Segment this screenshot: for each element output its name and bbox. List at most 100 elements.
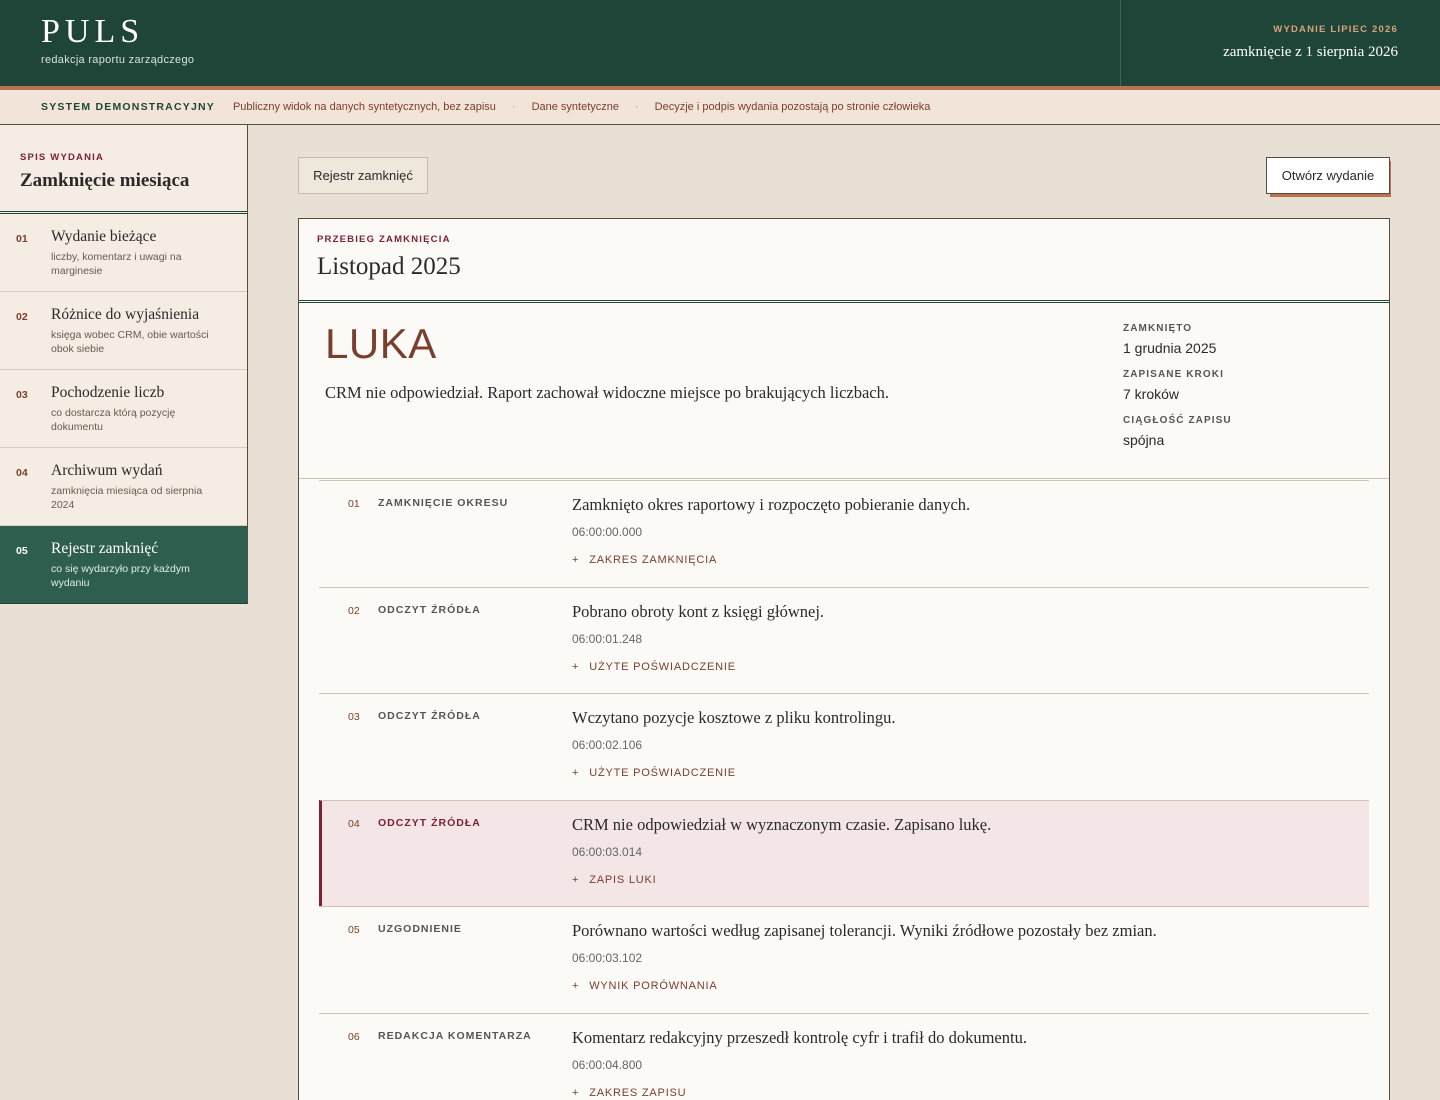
edition-info: WYDANIE LIPIEC 2026 zamknięcie z 1 sierp… <box>1223 24 1398 61</box>
nav-title: Różnice do wyjaśnienia <box>51 306 200 323</box>
nav-number: 01 <box>16 233 28 245</box>
step-time: 06:00:00.000 <box>572 525 643 539</box>
sidebar-item-archive[interactable]: 04 Archiwum wydań zamknięcia miesiąca od… <box>0 448 247 526</box>
step-number: 04 <box>348 817 360 830</box>
notice-separator: · <box>635 101 639 113</box>
nav-number: 03 <box>16 389 28 401</box>
nav-description: co się wydarzyło przy każdym wydaniu <box>51 563 190 589</box>
close-summary: LUKA CRM nie odpowiedział. Raport zachow… <box>299 303 1389 479</box>
step-time: 06:00:04.800 <box>572 1057 643 1072</box>
plus-icon: + <box>572 660 580 673</box>
step-row: 03 ODCZYT ŹRÓDŁA Wczytano pozycje koszto… <box>319 693 1369 800</box>
step-type: ODCZYT ŹRÓDŁA <box>378 816 481 829</box>
step-text: Porównano wartości według zapisanej tole… <box>572 921 1157 940</box>
step-type: ODCZYT ŹRÓDŁA <box>378 710 481 722</box>
brand-name: PULS <box>41 13 145 50</box>
status-description: CRM nie odpowiedział. Raport zachował wi… <box>325 383 890 402</box>
demo-notice-bar: SYSTEM DEMONSTRACYJNY Publiczny widok na… <box>0 90 1440 125</box>
panel-kicker: PRZEBIEG ZAMKNIĘCIA <box>317 234 451 245</box>
step-row: 06 REDAKCJA KOMENTARZA Komentarz redakcy… <box>319 1012 1369 1100</box>
step-row-gap: 04 ODCZYT ŹRÓDŁA CRM nie odpowiedział w … <box>319 799 1369 906</box>
step-number: 01 <box>348 498 360 510</box>
step-link-label: UŻYTE POŚWIADCZENIE <box>589 660 736 673</box>
nav-title: Archiwum wydań <box>51 462 163 479</box>
step-link-label: WYNIK PORÓWNANIA <box>589 980 718 992</box>
nav-title: Wydanie bieżące <box>51 228 157 245</box>
edition-close-date: zamknięcie z 1 sierpnia 2026 <box>1223 44 1398 60</box>
sidebar-kicker: SPIS WYDANIA <box>20 152 105 163</box>
step-expand-link[interactable]: + ZAPIS LUKI <box>572 874 657 886</box>
nav-title: Rejestr zamknięć <box>51 540 159 557</box>
step-link-label: UŻYTE POŚWIADCZENIE <box>589 767 736 779</box>
nav-number: 05 <box>16 545 28 557</box>
step-type: UZGODNIENIE <box>378 923 462 935</box>
status-word: LUKA <box>325 320 437 367</box>
step-time: 06:00:03.102 <box>572 951 643 965</box>
sidebar-title: Zamknięcie miesiąca <box>20 170 190 191</box>
demo-notice-label: SYSTEM DEMONSTRACYJNY <box>41 101 215 113</box>
plus-icon: + <box>572 1086 580 1099</box>
step-list: 01 ZAMKNIĘCIE OKRESU Zamknięto okres rap… <box>319 480 1369 1100</box>
step-text: Komentarz redakcyjny przeszedł kontrolę … <box>572 1027 1027 1047</box>
step-number: 05 <box>348 924 360 936</box>
step-type: ZAMKNIĘCIE OKRESU <box>378 497 509 509</box>
step-row: 02 ODCZYT ŹRÓDŁA Pobrano obroty kont z k… <box>319 586 1369 694</box>
step-number: 03 <box>348 711 360 723</box>
nav-title: Pochodzenie liczb <box>51 384 165 401</box>
meta-closed: ZAMKNIĘTO 1 grudnia 2025 <box>1123 323 1232 356</box>
meta-steps: ZAPISANE KROKI 7 kroków <box>1123 369 1232 402</box>
step-time: 06:00:02.106 <box>572 738 643 752</box>
meta-value: 1 grudnia 2025 <box>1123 340 1217 356</box>
nav-number: 04 <box>16 467 28 479</box>
step-expand-link[interactable]: + UŻYTE POŚWIADCZENIE <box>572 767 736 779</box>
nav-description: księga wobec CRM, obie wartości obok sie… <box>51 329 209 355</box>
open-edition-wrapper: Otwórz wydanie <box>1266 157 1391 197</box>
notice-item-synthetic: Dane syntetyczne <box>531 101 619 113</box>
nav-description: co dostarcza którą pozycję dokumentu <box>51 407 176 433</box>
step-link-label: ZAKRES ZAMKNIĘCIA <box>589 554 718 566</box>
close-register-button[interactable]: Rejestr zamknięć <box>298 157 428 194</box>
step-text: Wczytano pozycje kosztowe z pliku kontro… <box>572 708 896 727</box>
notice-item-public: Publiczny widok na danych syntetycznych,… <box>232 101 496 113</box>
step-expand-link[interactable]: + ZAKRES ZAPISU <box>572 1087 686 1099</box>
meta-label: ZAPISANE KROKI <box>1123 369 1224 380</box>
plus-icon: + <box>572 554 580 566</box>
sidebar-item-origin[interactable]: 03 Pochodzenie liczb co dostarcza którą … <box>0 370 247 448</box>
step-link-label: ZAKRES ZAPISU <box>589 1086 687 1099</box>
step-row: 01 ZAMKNIĘCIE OKRESU Zamknięto okres rap… <box>319 480 1369 587</box>
open-edition-button[interactable]: Otwórz wydanie <box>1266 157 1390 194</box>
nav-description: zamknięcia miesiąca od sierpnia 2024 <box>51 485 203 511</box>
sidebar-item-current-edition[interactable]: 01 Wydanie bieżące liczby, komentarz i u… <box>0 214 247 292</box>
edition-kicker: WYDANIE LIPIEC 2026 <box>1273 24 1398 35</box>
plus-icon: + <box>572 767 580 779</box>
sidebar-header: SPIS WYDANIA Zamknięcie miesiąca <box>0 125 247 214</box>
plus-icon: + <box>572 873 580 886</box>
step-expand-link[interactable]: + WYNIK PORÓWNANIA <box>572 980 718 992</box>
brand-subtitle: redakcja raportu zarządczego <box>41 54 195 66</box>
nav-number: 02 <box>16 311 28 323</box>
step-expand-link[interactable]: + UŻYTE POŚWIADCZENIE <box>572 661 736 673</box>
header-divider <box>1120 0 1121 86</box>
meta-label: CIĄGŁOŚĆ ZAPISU <box>1123 415 1232 426</box>
meta-continuity: CIĄGŁOŚĆ ZAPISU spójna <box>1123 415 1232 448</box>
brand[interactable]: PULS redakcja raportu zarządczego <box>41 13 194 66</box>
close-meta: ZAMKNIĘTO 1 grudnia 2025 ZAPISANE KROKI … <box>1123 323 1232 461</box>
sidebar-item-close-register[interactable]: 05 Rejestr zamknięć co się wydarzyło prz… <box>0 526 247 604</box>
meta-value: 7 kroków <box>1123 386 1180 402</box>
step-expand-link[interactable]: + ZAKRES ZAMKNIĘCIA <box>572 554 717 566</box>
step-number: 02 <box>348 604 360 617</box>
step-type: REDAKCJA KOMENTARZA <box>378 1029 532 1042</box>
step-row: 05 UZGODNIENIE Porównano wartości według… <box>319 906 1369 1013</box>
sidebar-nav: SPIS WYDANIA Zamknięcie miesiąca 01 Wyda… <box>0 125 248 604</box>
sidebar-item-differences[interactable]: 02 Różnice do wyjaśnienia księga wobec C… <box>0 292 247 370</box>
nav-description: liczby, komentarz i uwagi na marginesie <box>51 251 182 277</box>
panel-title: Listopad 2025 <box>317 253 461 280</box>
close-run-panel: PRZEBIEG ZAMKNIĘCIA Listopad 2025 LUKA C… <box>298 218 1390 1100</box>
step-text: Zamknięto okres raportowy i rozpoczęto p… <box>572 495 971 514</box>
step-text: Pobrano obroty kont z księgi głównej. <box>572 601 825 621</box>
step-type: ODCZYT ŹRÓDŁA <box>378 603 481 616</box>
notice-item-human-decision: Decyzje i podpis wydania pozostają po st… <box>654 101 931 113</box>
step-time: 06:00:03.014 <box>572 844 643 859</box>
app-header: PULS redakcja raportu zarządczego WYDANI… <box>0 0 1440 86</box>
step-link-label: ZAPIS LUKI <box>589 873 657 886</box>
